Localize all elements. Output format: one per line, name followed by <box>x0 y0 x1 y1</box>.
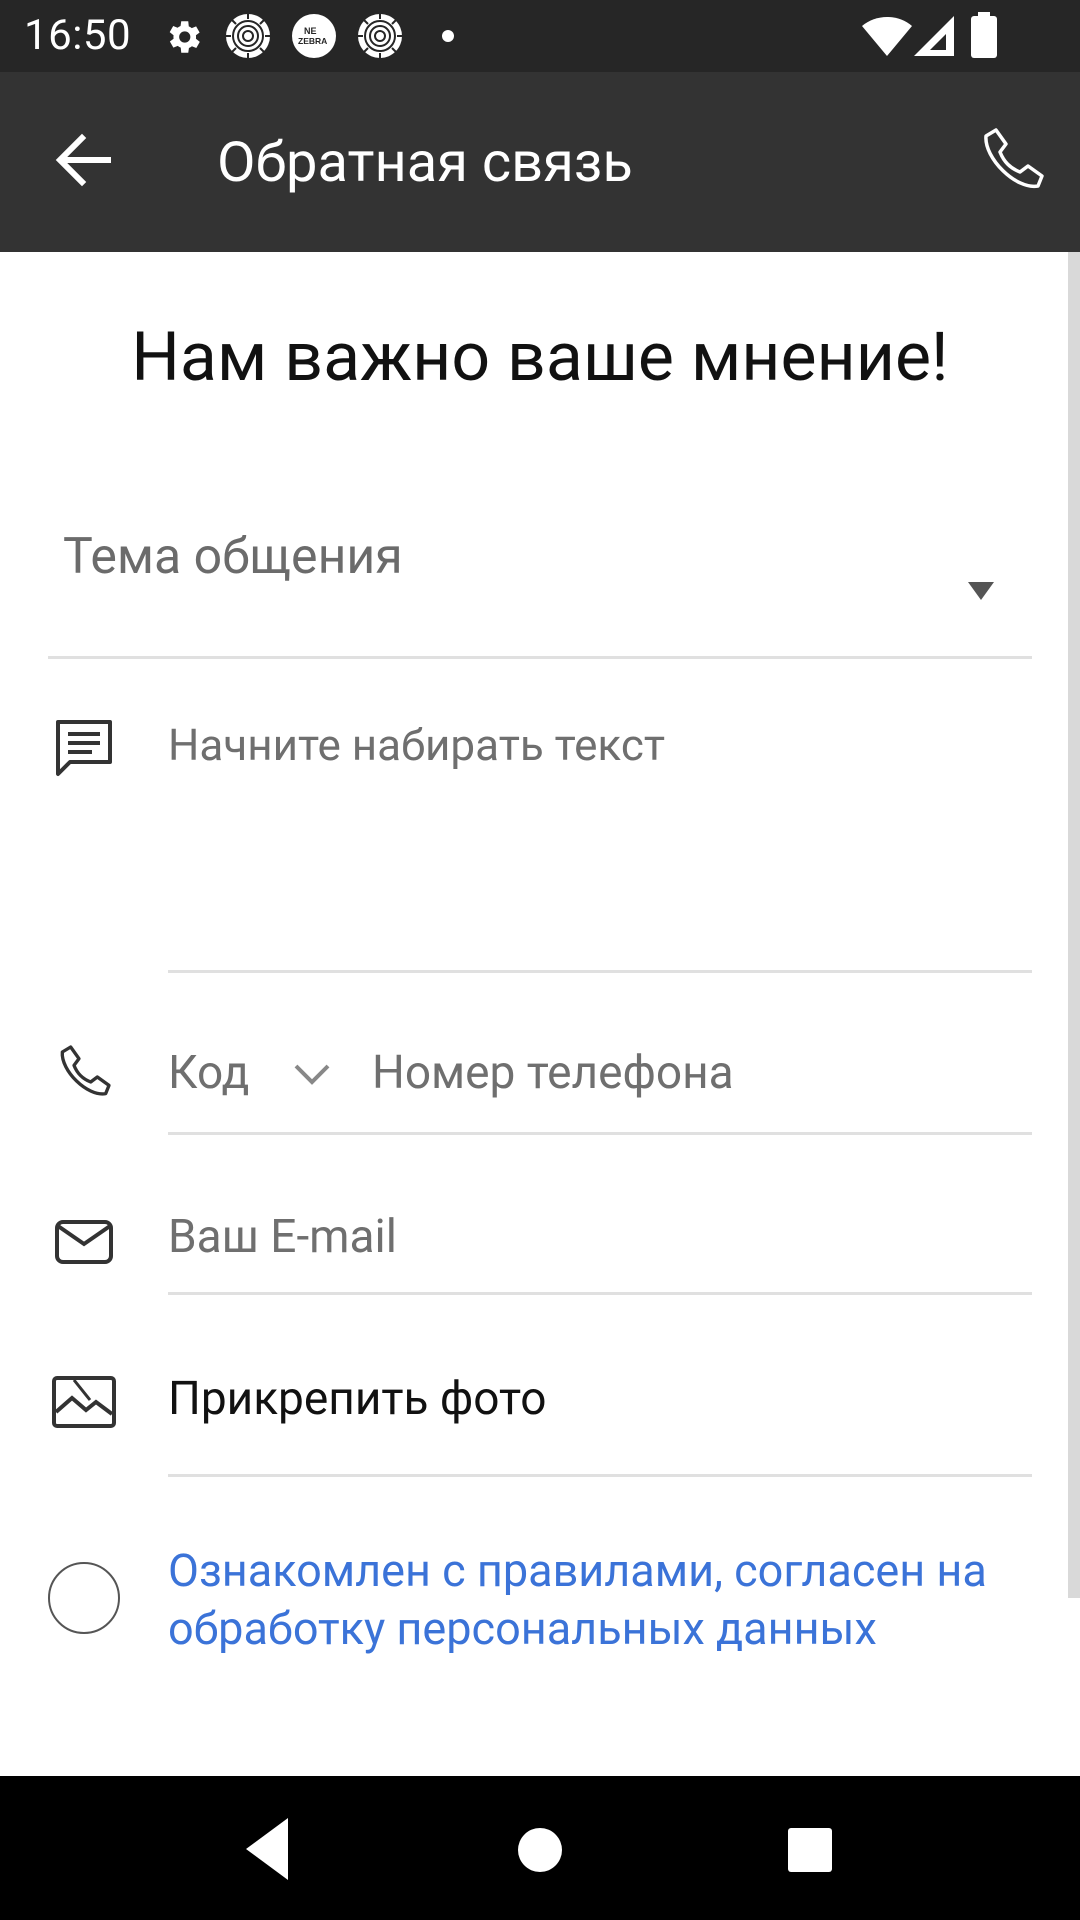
feedback-form: Нам важно ваше мнение! Тема общения Код … <box>0 252 1080 1776</box>
nav-back-icon[interactable] <box>238 1814 308 1884</box>
attach-photo-button[interactable]: Прикрепить фото <box>168 1364 546 1434</box>
message-underline <box>168 970 1032 973</box>
dot-icon <box>442 30 454 42</box>
spiral-icon <box>358 14 402 58</box>
spiral-icon <box>226 14 270 58</box>
message-field[interactable] <box>168 710 1032 920</box>
nav-home-icon[interactable] <box>518 1828 562 1872</box>
email-underline <box>168 1292 1032 1295</box>
status-time: 16:50 <box>24 11 132 60</box>
email-field[interactable] <box>168 1202 1032 1272</box>
app-bar: Обратная связь <box>0 72 1080 252</box>
image-icon <box>52 1376 116 1428</box>
nav-recents-icon[interactable] <box>788 1828 832 1872</box>
wifi-icon <box>862 17 912 56</box>
page-title: Обратная связь <box>217 129 633 195</box>
topic-underline <box>48 656 1032 659</box>
navigation-bar <box>0 1776 1080 1920</box>
consent-link[interactable]: Ознакомлен с правилами, согласен на обра… <box>168 1542 1038 1658</box>
photo-underline <box>168 1474 1032 1477</box>
consent-radio[interactable] <box>48 1562 120 1634</box>
form-heading: Нам важно ваше мнение! <box>131 317 949 397</box>
signal-icon <box>914 16 954 56</box>
phone-icon[interactable] <box>976 124 1048 196</box>
mail-icon <box>55 1220 113 1264</box>
message-icon <box>56 720 112 776</box>
gear-icon <box>169 21 200 53</box>
phone-field-icon <box>60 1045 111 1096</box>
scrollbar[interactable] <box>1068 252 1080 1598</box>
status-bar: 16:50 NE ZEBRA <box>0 0 1080 72</box>
ne-zebra-text: NE <box>304 26 317 36</box>
country-code-select[interactable]: Код <box>168 1038 249 1108</box>
phone-underline <box>168 1132 1032 1135</box>
chevron-down-icon[interactable] <box>290 1052 334 1096</box>
topic-dropdown[interactable]: Тема общения <box>48 502 1032 652</box>
phone-number-field[interactable] <box>372 1038 1032 1108</box>
topic-label: Тема общения <box>63 528 403 586</box>
ne-zebra-text: ZEBRA <box>298 36 327 46</box>
dropdown-arrow-icon[interactable] <box>968 582 994 602</box>
battery-icon <box>971 12 997 58</box>
arrow-back-icon[interactable] <box>48 124 120 196</box>
ne-zebra-icon: NE ZEBRA <box>292 14 336 58</box>
